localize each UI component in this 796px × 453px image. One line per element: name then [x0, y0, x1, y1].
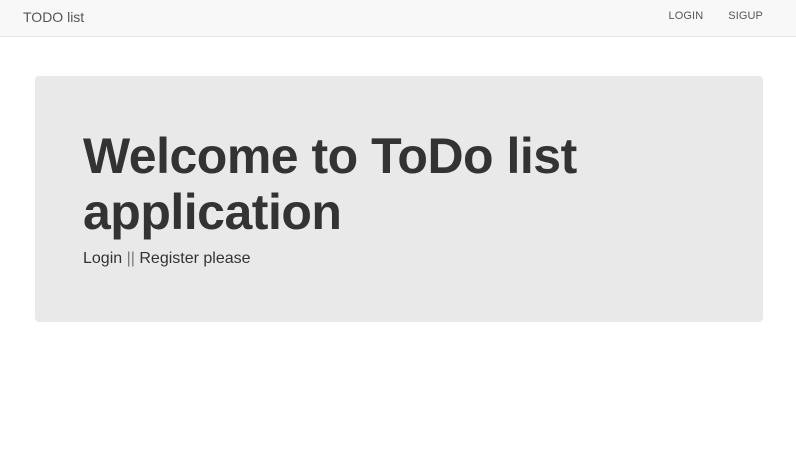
top-navbar: TODO list LOGIN SIGUP — [0, 0, 796, 37]
separator: || — [126, 250, 135, 267]
page-title: Welcome to ToDo list application — [83, 128, 577, 240]
nav-signup-link[interactable]: SIGUP — [728, 10, 763, 23]
brand-link[interactable]: TODO list — [23, 8, 84, 26]
nav-login-link[interactable]: LOGIN — [669, 10, 704, 23]
register-link[interactable]: Register please — [139, 250, 250, 267]
login-link[interactable]: Login — [83, 250, 122, 267]
auth-links-line: Login || Register please — [83, 249, 251, 269]
welcome-jumbotron: Welcome to ToDo list application Login |… — [35, 76, 763, 322]
nav-links: LOGIN SIGUP — [669, 10, 763, 23]
